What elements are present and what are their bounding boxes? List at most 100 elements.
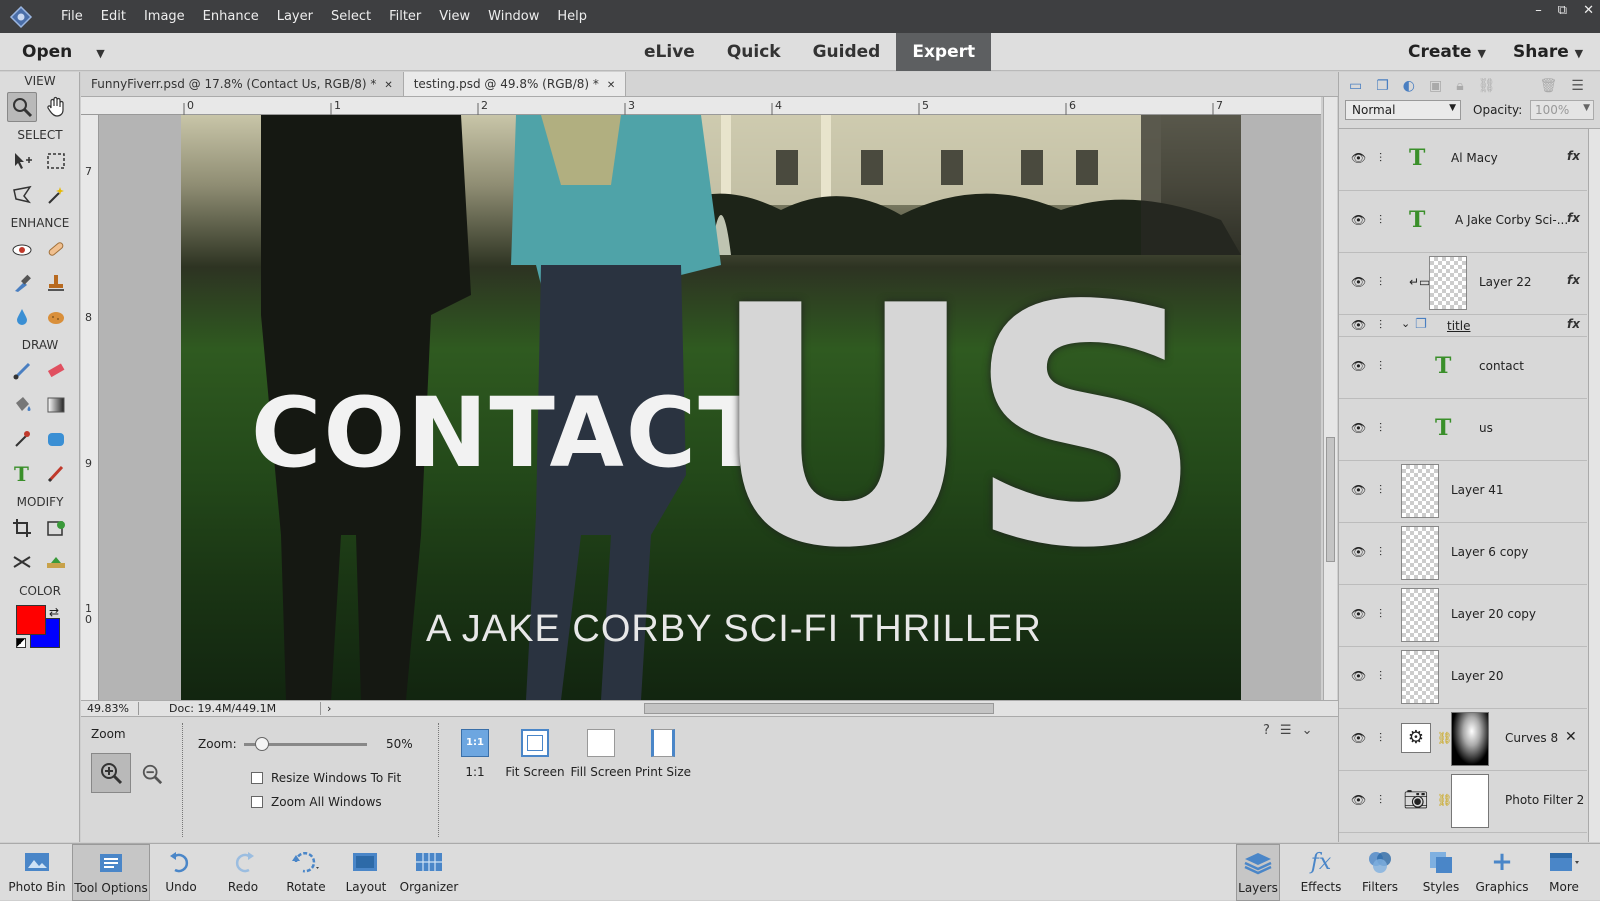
new-layer-icon[interactable]: ▭: [1349, 78, 1362, 94]
eye-icon[interactable]: 👁︎: [1351, 421, 1366, 435]
layer-group-row[interactable]: 👁︎ ⫶ ⌄ ❐ title fx: [1339, 315, 1587, 337]
eye-icon[interactable]: 👁︎: [1351, 669, 1366, 683]
link-icon[interactable]: ⫶: [1379, 669, 1382, 684]
eye-icon[interactable]: 👁︎: [1351, 731, 1366, 745]
layer-name[interactable]: Layer 20 copy: [1451, 607, 1536, 621]
layer-name[interactable]: contact: [1479, 359, 1524, 373]
tab-guided[interactable]: Guided: [797, 33, 897, 71]
layer-row[interactable]: 👁︎ ⫶ Layer 6 copy: [1339, 523, 1587, 585]
eye-icon[interactable]: 👁︎: [1351, 545, 1366, 559]
menu-filter[interactable]: Filter: [380, 9, 430, 24]
photo-bin-button[interactable]: Photo Bin: [4, 844, 70, 901]
panel-menu-icon[interactable]: ☰: [1571, 78, 1584, 94]
layer-name[interactable]: Al Macy: [1451, 151, 1498, 165]
canvas-area[interactable]: CONTACT US A JAKE CORBY SCI-FI THRILLER: [99, 115, 1321, 700]
crop-tool-icon[interactable]: [7, 513, 37, 543]
zoom-in-button[interactable]: [91, 753, 131, 793]
close-tab-icon[interactable]: ✕: [607, 80, 615, 91]
lasso-tool-icon[interactable]: [7, 180, 37, 210]
layer-row[interactable]: 👁︎ ⫶ T A Jake Corby Sci-... fx: [1339, 191, 1587, 253]
swap-colors-icon[interactable]: ⇄: [49, 605, 59, 619]
eye-icon[interactable]: 👁︎: [1351, 275, 1366, 289]
tab-elive[interactable]: eLive: [628, 33, 711, 71]
layer-row[interactable]: 👁︎ ⫶ T contact: [1339, 337, 1587, 399]
straighten-tool-icon[interactable]: [41, 547, 71, 577]
layer-name[interactable]: title: [1447, 319, 1470, 333]
fit-screen-button[interactable]: Fit Screen: [505, 729, 565, 789]
link-icon[interactable]: ⫶: [1379, 318, 1382, 333]
link-icon[interactable]: ⫶: [1379, 421, 1382, 436]
brush-tool-icon[interactable]: [7, 356, 37, 386]
eye-icon[interactable]: 👁︎: [1351, 151, 1366, 165]
hand-tool-icon[interactable]: [41, 92, 71, 122]
zoom-slider-thumb[interactable]: [255, 737, 270, 751]
link-icon[interactable]: ⫶: [1379, 545, 1382, 560]
layer-name[interactable]: Photo Filter 2: [1505, 793, 1584, 807]
layer-name[interactable]: Layer 22: [1479, 275, 1532, 289]
eye-icon[interactable]: 👁︎: [1351, 483, 1366, 497]
layer-row[interactable]: 👁︎ ⫶ 📷︎ ⛓ Photo Filter 2: [1339, 771, 1587, 833]
open-button[interactable]: Open ▼: [22, 42, 105, 62]
fx-icon[interactable]: fx: [1567, 211, 1580, 225]
artwork[interactable]: CONTACT US A JAKE CORBY SCI-FI THRILLER: [181, 115, 1241, 700]
adjustment-layer-icon[interactable]: ◐: [1403, 78, 1415, 94]
filters-button[interactable]: Filters: [1355, 844, 1405, 901]
organizer-button[interactable]: Organizer: [398, 844, 460, 901]
move-tool-icon[interactable]: [7, 146, 37, 176]
eye-icon[interactable]: 👁︎: [1351, 213, 1366, 227]
one-to-one-button[interactable]: 1:1 1:1: [455, 729, 495, 789]
close-tab-icon[interactable]: ✕: [384, 80, 392, 91]
link-icon[interactable]: ⫶: [1379, 607, 1382, 622]
layer-row[interactable]: 👁︎ ⫶ T us: [1339, 399, 1587, 461]
layers-panel-button[interactable]: Layers: [1236, 844, 1280, 901]
close-window-button[interactable]: ✕: [1583, 3, 1594, 18]
clone-stamp-icon[interactable]: [41, 268, 71, 298]
styles-button[interactable]: Styles: [1416, 844, 1466, 901]
create-button[interactable]: Create ▼: [1408, 42, 1486, 62]
vertical-scrollbar[interactable]: [1323, 97, 1337, 700]
layer-row[interactable]: 👁︎ ⫶ ↵▭ Layer 22 fx: [1339, 253, 1587, 315]
layer-name[interactable]: Layer 20: [1451, 669, 1504, 683]
tab-expert[interactable]: Expert: [896, 33, 992, 71]
pencil-tool-icon[interactable]: [41, 458, 71, 488]
menu-view[interactable]: View: [430, 9, 479, 24]
print-size-button[interactable]: Print Size: [631, 729, 695, 789]
undo-button[interactable]: Undo: [156, 844, 206, 901]
link-icon[interactable]: ⫶: [1379, 151, 1382, 166]
link-icon[interactable]: ⫶: [1379, 483, 1382, 498]
layer-name[interactable]: us: [1479, 421, 1493, 435]
layout-button[interactable]: Layout: [340, 844, 392, 901]
layer-name[interactable]: Layer 6 copy: [1451, 545, 1528, 559]
link-icon[interactable]: ⫶: [1379, 359, 1382, 374]
chevron-down-icon[interactable]: ⌄: [1401, 317, 1410, 330]
panel-menu-icon[interactable]: ☰: [1280, 723, 1292, 738]
rotate-button[interactable]: Rotate: [278, 844, 334, 901]
layer-row[interactable]: 👁︎ ⫶ T Al Macy fx: [1339, 129, 1587, 191]
zoom-all-option[interactable]: Zoom All Windows: [251, 795, 382, 809]
eraser-tool-icon[interactable]: [41, 356, 71, 386]
blend-mode-select[interactable]: Normal ▼: [1345, 100, 1461, 120]
zoom-all-checkbox[interactable]: [251, 796, 263, 808]
restore-button[interactable]: ⧉: [1558, 3, 1567, 18]
red-eye-icon[interactable]: [7, 234, 37, 264]
eye-icon[interactable]: 👁︎: [1351, 318, 1366, 332]
redo-button[interactable]: Redo: [218, 844, 268, 901]
lock-icon[interactable]: 🔒︎: [1456, 78, 1463, 94]
share-button[interactable]: Share ▼: [1513, 42, 1583, 62]
sponge-tool-icon[interactable]: [41, 302, 71, 332]
layer-row[interactable]: 👁︎ ⫶ ⚙ ⛓ Curves 8 ✕: [1339, 709, 1587, 771]
marquee-tool-icon[interactable]: [41, 146, 71, 176]
recompose-tool-icon[interactable]: [41, 513, 71, 543]
eyedropper-icon[interactable]: [7, 424, 37, 454]
layer-name[interactable]: Layer 41: [1451, 483, 1504, 497]
resize-windows-checkbox[interactable]: [251, 772, 263, 784]
layer-row[interactable]: 👁︎ ⫶ Layer 20: [1339, 647, 1587, 709]
fx-icon[interactable]: fx: [1567, 273, 1580, 287]
layer-row[interactable]: 👁︎ ⫶ Layer 41: [1339, 461, 1587, 523]
link-icon[interactable]: ⫶: [1379, 213, 1382, 228]
smart-brush-icon[interactable]: [7, 268, 37, 298]
type-tool-icon[interactable]: T: [7, 458, 37, 488]
menu-layer[interactable]: Layer: [268, 9, 322, 24]
eye-icon[interactable]: 👁︎: [1351, 607, 1366, 621]
minimize-button[interactable]: –: [1535, 3, 1542, 18]
